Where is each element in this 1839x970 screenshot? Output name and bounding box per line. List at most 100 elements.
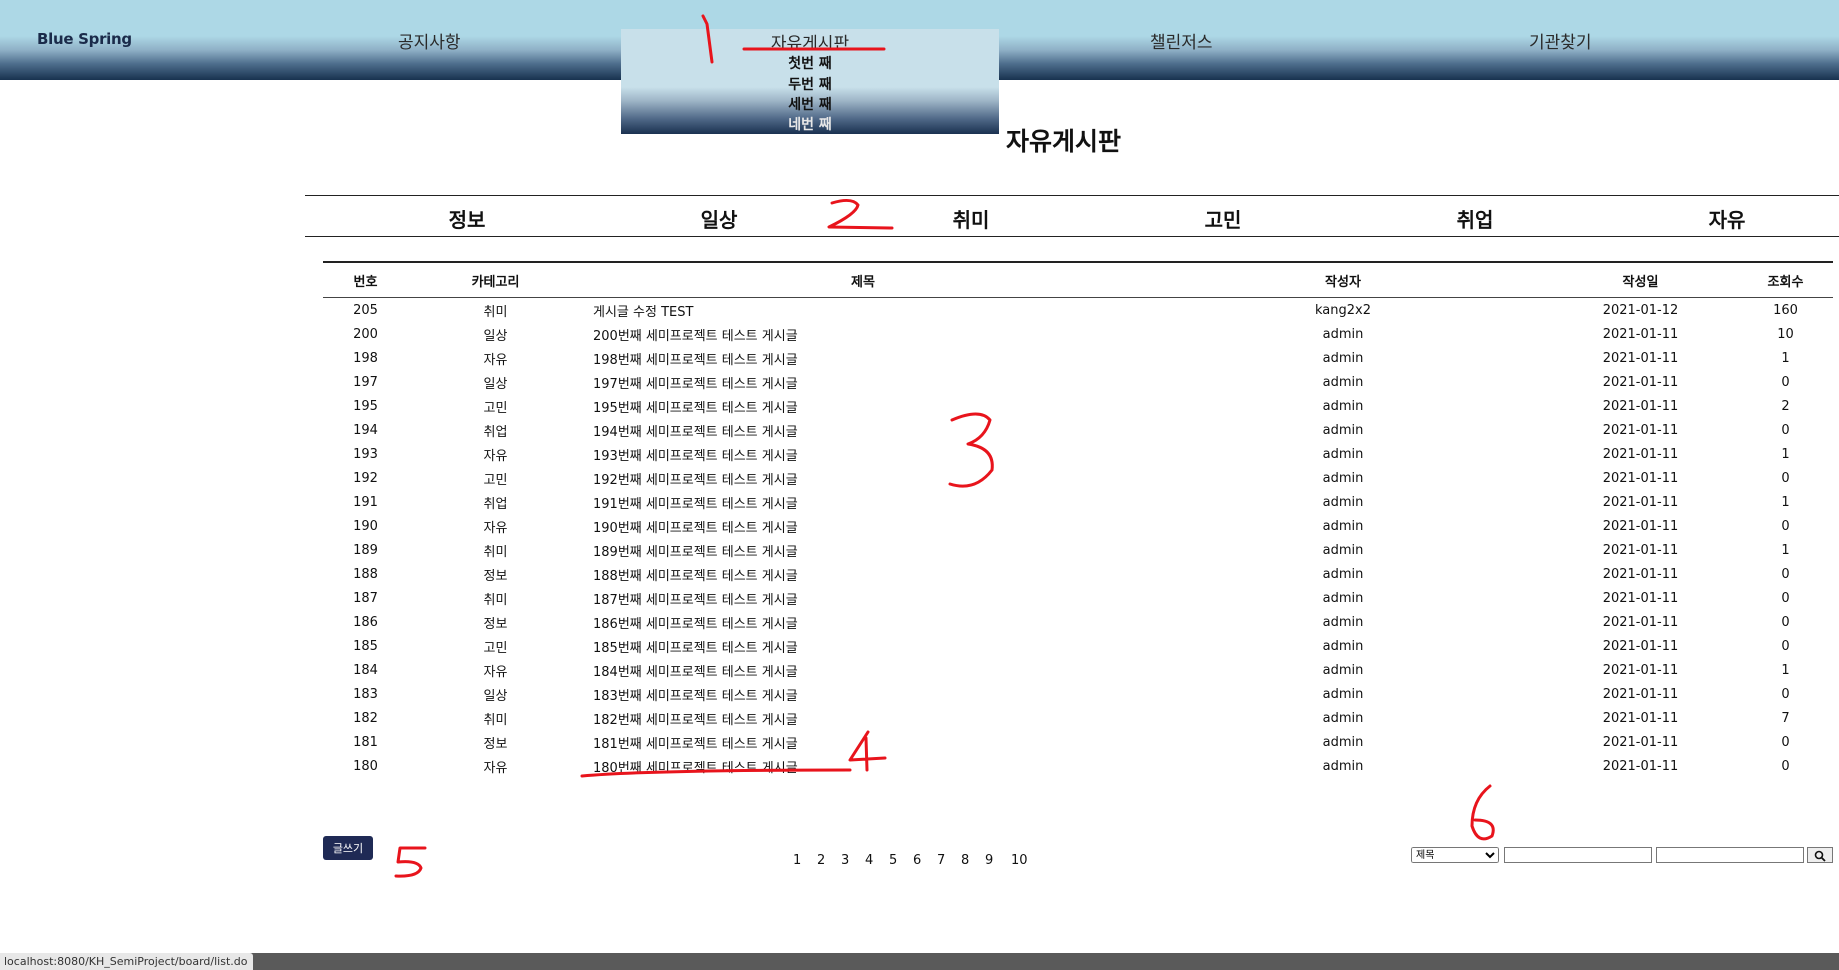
post-date: 2021-01-11 bbox=[1602, 446, 1679, 462]
post-category: 정보 bbox=[483, 568, 508, 584]
page-link-4[interactable]: 4 bbox=[865, 853, 873, 868]
post-title-link[interactable]: 197번째 세미프로젝트 테스트 게시글 bbox=[583, 370, 1143, 394]
page-link-2[interactable]: 2 bbox=[817, 853, 825, 868]
post-title-link[interactable]: 194번째 세미프로젝트 테스트 게시글 bbox=[583, 418, 1143, 442]
post-date: 2021-01-11 bbox=[1602, 734, 1679, 750]
post-views: 1 bbox=[1781, 446, 1790, 462]
post-title-link[interactable]: 191번째 세미프로젝트 테스트 게시글 bbox=[583, 490, 1143, 514]
post-date: 2021-01-12 bbox=[1602, 302, 1679, 318]
post-number: 186 bbox=[353, 614, 378, 630]
post-writer: admin bbox=[1322, 494, 1364, 510]
post-title-link[interactable]: 188번째 세미프로젝트 테스트 게시글 bbox=[583, 562, 1143, 586]
post-category: 취업 bbox=[483, 496, 508, 512]
category-daily[interactable]: 일상 bbox=[701, 204, 738, 233]
post-title-link[interactable]: 186번째 세미프로젝트 테스트 게시글 bbox=[583, 610, 1143, 634]
table-row[interactable]: 198 자유 198번째 세미프로젝트 테스트 게시글 admin 2021-01-11… bbox=[323, 346, 1833, 370]
table-row[interactable]: 191 취업 191번째 세미프로젝트 테스트 게시글 admin 2021-01-11… bbox=[323, 490, 1833, 514]
category-info[interactable]: 정보 bbox=[449, 204, 486, 233]
table-row[interactable]: 193 자유 193번째 세미프로젝트 테스트 게시글 admin 2021-01-11… bbox=[323, 442, 1833, 466]
post-number: 184 bbox=[353, 662, 378, 678]
post-category: 고민 bbox=[483, 472, 508, 488]
post-title-link[interactable]: 200번째 세미프로젝트 테스트 게시글 bbox=[583, 322, 1143, 346]
table-row[interactable]: 185 고민 185번째 세미프로젝트 테스트 게시글 admin 2021-01-11… bbox=[323, 634, 1833, 658]
nav-find-institution[interactable]: 기관찾기 bbox=[1529, 28, 1592, 53]
post-writer: admin bbox=[1322, 542, 1364, 558]
post-title-link[interactable]: 190번째 세미프로젝트 테스트 게시글 bbox=[583, 514, 1143, 538]
post-title-link[interactable]: 184번째 세미프로젝트 테스트 게시글 bbox=[583, 658, 1143, 682]
post-title-link[interactable]: 187번째 세미프로젝트 테스트 게시글 bbox=[583, 586, 1143, 610]
post-date: 2021-01-11 bbox=[1602, 518, 1679, 534]
page-link-10[interactable]: 10 bbox=[1011, 853, 1028, 868]
category-free[interactable]: 자유 bbox=[1709, 204, 1746, 233]
page-link-9[interactable]: 9 bbox=[985, 853, 993, 868]
post-title-link[interactable]: 189번째 세미프로젝트 테스트 게시글 bbox=[583, 538, 1143, 562]
page-link-7[interactable]: 7 bbox=[937, 853, 945, 868]
nav-notice[interactable]: 공지사항 bbox=[398, 28, 461, 53]
post-title-link[interactable]: 192번째 세미프로젝트 테스트 게시글 bbox=[583, 466, 1143, 490]
table-row[interactable]: 189 취미 189번째 세미프로젝트 테스트 게시글 admin 2021-01-11… bbox=[323, 538, 1833, 562]
table-row[interactable]: 182 취미 182번째 세미프로젝트 테스트 게시글 admin 2021-01-11… bbox=[323, 706, 1833, 730]
post-title-link[interactable]: 182번째 세미프로젝트 테스트 게시글 bbox=[583, 706, 1143, 730]
search-type-select[interactable]: 제목 bbox=[1411, 847, 1499, 863]
post-title-link[interactable]: 게시글 수정 TEST bbox=[583, 298, 1143, 323]
page-link-5[interactable]: 5 bbox=[889, 853, 897, 868]
site-logo[interactable]: Blue Spring bbox=[37, 30, 132, 48]
post-category: 일상 bbox=[483, 376, 508, 392]
post-title-link[interactable]: 181번째 세미프로젝트 테스트 게시글 bbox=[583, 730, 1143, 754]
column-header-views: 조회수 bbox=[1738, 261, 1833, 298]
post-category: 일상 bbox=[483, 688, 508, 704]
page-link-1[interactable]: 1 bbox=[793, 853, 801, 868]
post-views: 2 bbox=[1781, 398, 1790, 414]
table-row[interactable]: 183 일상 183번째 세미프로젝트 테스트 게시글 admin 2021-01-11… bbox=[323, 682, 1833, 706]
column-header-category: 카테고리 bbox=[408, 261, 583, 298]
post-title-link[interactable]: 180번째 세미프로젝트 테스트 게시글 bbox=[583, 754, 1143, 778]
post-views: 7 bbox=[1781, 710, 1790, 726]
post-writer: admin bbox=[1322, 734, 1364, 750]
category-worry[interactable]: 고민 bbox=[1205, 204, 1242, 233]
table-row[interactable]: 195 고민 195번째 세미프로젝트 테스트 게시글 admin 2021-01-11… bbox=[323, 394, 1833, 418]
table-row[interactable]: 192 고민 192번째 세미프로젝트 테스트 게시글 admin 2021-01-11… bbox=[323, 466, 1833, 490]
post-category: 고민 bbox=[483, 640, 508, 656]
category-hobby[interactable]: 취미 bbox=[953, 204, 990, 233]
table-row[interactable]: 197 일상 197번째 세미프로젝트 테스트 게시글 admin 2021-01-11… bbox=[323, 370, 1833, 394]
table-row[interactable]: 181 정보 181번째 세미프로젝트 테스트 게시글 admin 2021-01-11… bbox=[323, 730, 1833, 754]
post-writer: admin bbox=[1322, 686, 1364, 702]
page-link-3[interactable]: 3 bbox=[841, 853, 849, 868]
dropdown-item-3[interactable]: 세번 째 bbox=[621, 94, 999, 114]
search-input-secondary[interactable] bbox=[1656, 847, 1804, 863]
post-title-link[interactable]: 193번째 세미프로젝트 테스트 게시글 bbox=[583, 442, 1143, 466]
post-date: 2021-01-11 bbox=[1602, 542, 1679, 558]
search-input[interactable] bbox=[1504, 847, 1652, 863]
table-row[interactable]: 184 자유 184번째 세미프로젝트 테스트 게시글 admin 2021-01-11… bbox=[323, 658, 1833, 682]
table-row[interactable]: 180 자유 180번째 세미프로젝트 테스트 게시글 admin 2021-01-11… bbox=[323, 754, 1833, 778]
dropdown-item-1[interactable]: 첫번 째 bbox=[621, 53, 999, 73]
table-row[interactable]: 190 자유 190번째 세미프로젝트 테스트 게시글 admin 2021-01-11… bbox=[323, 514, 1833, 538]
post-date: 2021-01-11 bbox=[1602, 470, 1679, 486]
table-row[interactable]: 194 취업 194번째 세미프로젝트 테스트 게시글 admin 2021-01-11… bbox=[323, 418, 1833, 442]
table-row[interactable]: 187 취미 187번째 세미프로젝트 테스트 게시글 admin 2021-01-11… bbox=[323, 586, 1833, 610]
category-job[interactable]: 취업 bbox=[1457, 204, 1494, 233]
nav-free-board[interactable]: 자유게시판 bbox=[621, 29, 999, 54]
post-date: 2021-01-11 bbox=[1602, 614, 1679, 630]
page-link-8[interactable]: 8 bbox=[961, 853, 969, 868]
table-row[interactable]: 205 취미 게시글 수정 TEST kang2x2 2021-01-12 160 bbox=[323, 298, 1833, 323]
post-category: 일상 bbox=[483, 328, 508, 344]
post-title-link[interactable]: 198번째 세미프로젝트 테스트 게시글 bbox=[583, 346, 1143, 370]
post-category: 자유 bbox=[483, 520, 508, 536]
table-row[interactable]: 188 정보 188번째 세미프로젝트 테스트 게시글 admin 2021-01-11… bbox=[323, 562, 1833, 586]
write-post-button[interactable]: 글쓰기 bbox=[323, 836, 373, 860]
table-row[interactable]: 186 정보 186번째 세미프로젝트 테스트 게시글 admin 2021-01-11… bbox=[323, 610, 1833, 634]
nav-challengers[interactable]: 챌린저스 bbox=[1150, 28, 1213, 53]
post-title-link[interactable]: 195번째 세미프로젝트 테스트 게시글 bbox=[583, 394, 1143, 418]
post-title-link[interactable]: 185번째 세미프로젝트 테스트 게시글 bbox=[583, 634, 1143, 658]
search-button[interactable] bbox=[1807, 847, 1833, 863]
nav-dropdown-menu: 자유게시판 첫번 째 두번 째 세번 째 네번 째 bbox=[621, 29, 999, 134]
post-title-link[interactable]: 183번째 세미프로젝트 테스트 게시글 bbox=[583, 682, 1143, 706]
dropdown-item-2[interactable]: 두번 째 bbox=[621, 74, 999, 94]
page-link-6[interactable]: 6 bbox=[913, 853, 921, 868]
column-header-title: 제목 bbox=[583, 261, 1143, 298]
dropdown-item-4[interactable]: 네번 째 bbox=[621, 114, 999, 134]
post-number: 187 bbox=[353, 590, 378, 606]
table-row[interactable]: 200 일상 200번째 세미프로젝트 테스트 게시글 admin 2021-01-11… bbox=[323, 322, 1833, 346]
post-number: 181 bbox=[353, 734, 378, 750]
